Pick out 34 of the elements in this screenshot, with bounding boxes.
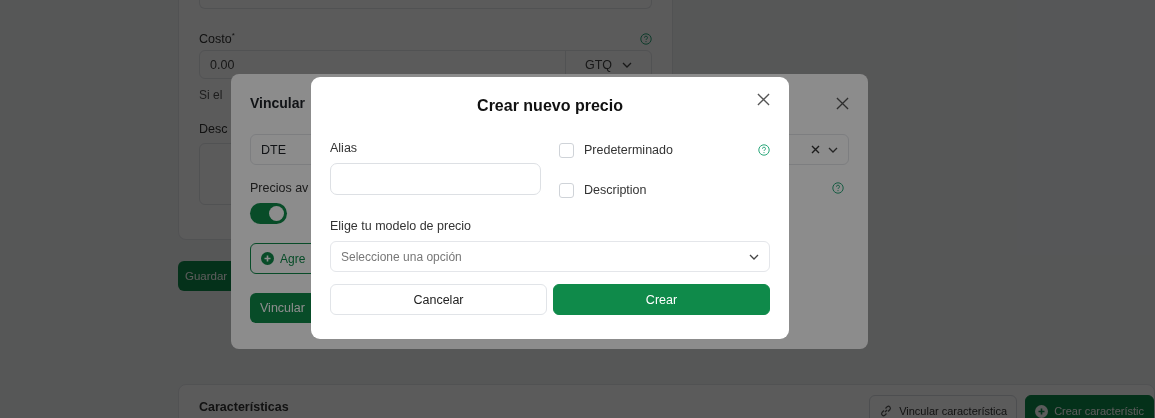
model-label: Elige tu modelo de precio: [330, 219, 473, 233]
chevron-icon: [622, 61, 633, 68]
alias-field[interactable]: [330, 163, 541, 195]
model-select[interactable]: Seleccione una opción: [330, 241, 770, 272]
close-icon: [836, 96, 849, 110]
close-button[interactable]: [836, 96, 849, 110]
chevron-icon: [749, 253, 759, 260]
clear-icon: [811, 145, 820, 154]
chevron-icon: [828, 146, 838, 153]
help-icon: [640, 33, 652, 45]
plus-icon: [1035, 404, 1049, 418]
checkbox[interactable]: [559, 182, 574, 198]
create-button[interactable]: Crear característic: [1025, 395, 1154, 418]
alias-label: Alias: [330, 141, 359, 155]
plus-icon: [261, 252, 274, 265]
option-label: Description: [584, 183, 648, 197]
option-label: Predeterminado: [584, 143, 674, 157]
select-placeholder: Seleccione una opción: [341, 249, 462, 264]
dialog-title: Crear nuevo precio: [477, 97, 623, 116]
hint-text: Si el: [199, 88, 224, 102]
close-icon: [757, 93, 770, 106]
help-icon: [832, 182, 844, 194]
link-icon: [879, 404, 894, 418]
card-title: Características: [199, 400, 289, 416]
close-button[interactable]: [757, 93, 770, 106]
cost-label: Costo$^{*}$: [199, 31, 235, 47]
toggle-switch[interactable]: [250, 203, 287, 224]
description-label: Desc: [199, 122, 229, 136]
link-button[interactable]: Vincular característica: [869, 395, 1018, 418]
dialog-title: Vincular: [250, 95, 305, 111]
prices-label: Precios av: [250, 181, 309, 195]
cancel-button[interactable]: Cancelar: [330, 284, 547, 315]
create-button[interactable]: Crear: [553, 284, 770, 315]
checkbox[interactable]: [559, 142, 574, 158]
